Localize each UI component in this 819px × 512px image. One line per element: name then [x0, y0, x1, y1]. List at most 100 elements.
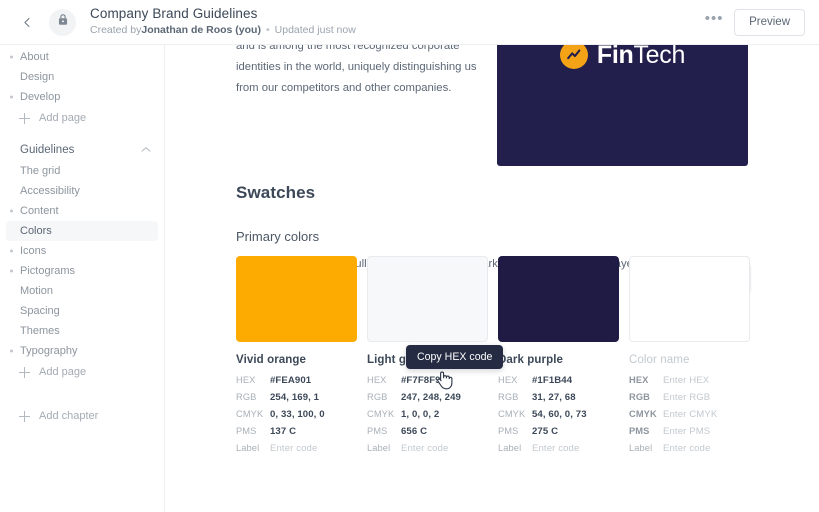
rgb-label: RGB [629, 392, 650, 402]
hex-label: HEX [498, 375, 518, 385]
sidebar-item-spacing[interactable]: Spacing [6, 301, 158, 321]
intro-paragraph: and is among the most recognized corpora… [236, 45, 477, 94]
more-options-button[interactable]: ••• [700, 8, 728, 36]
pms-value[interactable]: 275 C [532, 426, 619, 437]
sidebar-item-label: Develop [20, 91, 61, 103]
sidebar-item-label: About [20, 51, 49, 63]
label-label: Label [367, 443, 391, 453]
logo-lockup: FinTech [559, 45, 686, 69]
pms-label: PMS [236, 426, 257, 436]
sidebar-item-content[interactable]: Content [6, 201, 158, 221]
label-label: Label [498, 443, 522, 453]
sidebar-item-label: Content [20, 205, 59, 217]
sidebar[interactable]: About Design Develop Add page Guidelines… [0, 45, 165, 512]
sidebar-item-typography[interactable]: Typography [6, 341, 158, 361]
sidebar-item-themes[interactable]: Themes [6, 321, 158, 341]
swatch-card[interactable]: Vivid orange HEX #FEA901 RGB 254, 169, 1… [236, 256, 357, 454]
cmyk-input[interactable]: Enter CMYK [663, 409, 750, 420]
add-chapter-button[interactable]: Add chapter [6, 405, 158, 427]
app-root: Company Brand Guidelines Created by Jona… [0, 0, 819, 512]
logo-wordmark: FinTech [596, 45, 686, 69]
pointer-hand-cursor [436, 370, 453, 396]
cmyk-label: CMYK [367, 409, 395, 419]
sidebar-section-label: Guidelines [20, 144, 75, 156]
label-value[interactable]: Enter code [532, 443, 619, 454]
chevron-left-icon [22, 17, 33, 28]
unsaved-dot-icon [10, 249, 13, 253]
meta-separator: • [265, 24, 270, 36]
cmyk-value[interactable]: 1, 0, 0, 2 [401, 409, 488, 420]
sidebar-item-label: Colors [20, 225, 52, 237]
rgb-input[interactable]: Enter RGB [663, 392, 750, 403]
cmyk-value[interactable]: 54, 60, 0, 73 [532, 409, 619, 420]
sidebar-section-guidelines[interactable]: Guidelines [6, 139, 158, 161]
label-value[interactable]: Enter code [270, 443, 357, 454]
hex-label: HEX [367, 375, 387, 385]
sidebar-item-label: Design [20, 71, 55, 83]
document-meta: Created by Jonathan de Roos (you) • Upda… [90, 23, 356, 38]
pms-value[interactable]: 656 C [401, 426, 488, 437]
sidebar-item-about[interactable]: About [6, 47, 158, 67]
pms-input[interactable]: Enter PMS [663, 426, 750, 437]
swatch-color-chip[interactable] [629, 256, 750, 342]
add-page-button-bottom[interactable]: Add page [6, 361, 158, 383]
section-heading-swatches: Swatches [236, 183, 316, 202]
lock-icon [57, 13, 69, 31]
unsaved-dot-icon [10, 269, 13, 273]
hex-value[interactable]: #1F1B44 [532, 375, 619, 386]
pms-value[interactable]: 137 C [270, 426, 357, 437]
sidebar-item-icons[interactable]: Icons [6, 241, 158, 261]
sidebar-item-the-grid[interactable]: The grid [6, 161, 158, 181]
hex-value[interactable]: #FEA901 [270, 375, 357, 386]
add-chapter-label: Add chapter [39, 410, 99, 422]
swatch-color-chip[interactable] [367, 256, 488, 342]
sidebar-item-design[interactable]: Design [6, 67, 158, 87]
hex-label: HEX [629, 375, 649, 385]
chevron-up-icon[interactable] [141, 144, 151, 156]
cmyk-label: CMYK [629, 409, 657, 419]
copy-hex-tooltip: Copy HEX code [406, 345, 504, 369]
pms-label: PMS [629, 426, 650, 436]
created-by-label: Created by [90, 24, 142, 36]
hex-input[interactable]: Enter HEX [663, 375, 750, 386]
sidebar-item-motion[interactable]: Motion [6, 281, 158, 301]
swatch-card[interactable]: Dark purple HEX #1F1B44 RGB 31, 27, 68 C… [498, 256, 619, 454]
pms-label: PMS [367, 426, 388, 436]
plus-icon [19, 112, 30, 124]
page-title: Company Brand Guidelines [90, 6, 258, 21]
sidebar-item-accessibility[interactable]: Accessibility [6, 181, 158, 201]
swatch-values: HEX #F7F8F9 RGB 247, 248, 249 CMYK 1, 0,… [367, 375, 488, 454]
add-page-label: Add page [39, 366, 87, 378]
plus-icon [19, 410, 30, 422]
swatch-color-chip[interactable] [236, 256, 357, 342]
updated-label: Updated just now [274, 24, 356, 36]
add-page-button-top[interactable]: Add page [6, 107, 158, 129]
pms-label: PMS [498, 426, 519, 436]
label-input[interactable]: Enter code [663, 443, 750, 454]
sidebar-item-label: Typography [20, 345, 78, 357]
back-button[interactable] [12, 7, 42, 37]
header-actions: ••• Preview [700, 8, 819, 36]
rgb-value[interactable]: 31, 27, 68 [532, 392, 619, 403]
cmyk-label: CMYK [498, 409, 526, 419]
sidebar-item-colors[interactable]: Colors [6, 221, 158, 241]
sidebar-item-label: Themes [20, 325, 60, 337]
cmyk-value[interactable]: 0, 33, 100, 0 [270, 409, 357, 420]
hex-label: HEX [236, 375, 256, 385]
label-value[interactable]: Enter code [401, 443, 488, 454]
rgb-label: RGB [498, 392, 519, 402]
author-name: Jonathan de Roos (you) [141, 24, 261, 36]
sidebar-item-develop[interactable]: Develop [6, 87, 158, 107]
preview-button[interactable]: Preview [734, 8, 805, 36]
swatch-values: HEX Enter HEX RGB Enter RGB CMYK Enter C… [629, 375, 750, 454]
sidebar-item-pictograms[interactable]: Pictograms [6, 261, 158, 281]
rgb-value[interactable]: 254, 169, 1 [270, 392, 357, 403]
swatch-color-chip[interactable] [498, 256, 619, 342]
sidebar-item-label: Motion [20, 285, 54, 297]
logo-wordmark-bold: Fin [596, 45, 634, 69]
unsaved-dot-icon [10, 209, 13, 213]
swatch-card-empty[interactable]: Color name HEX Enter HEX RGB Enter RGB C… [629, 256, 750, 454]
lock-badge[interactable] [49, 8, 76, 36]
swatch-name: Vivid orange [236, 354, 307, 366]
